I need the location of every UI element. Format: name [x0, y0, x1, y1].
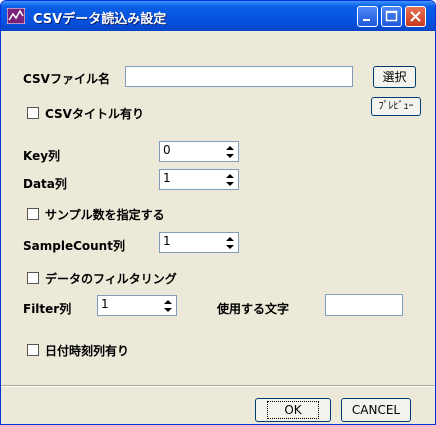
dialog-window: CSVデータ読込み設定 CSVファイル名 選択 ﾌﾟﾚﾋﾞｭｰ CSVタイトル有…: [0, 0, 436, 425]
csv-file-input[interactable]: [125, 66, 353, 87]
spinner-arrows-icon[interactable]: [162, 298, 174, 314]
sample-count-spinner[interactable]: 1: [159, 232, 239, 253]
date-col-checkbox[interactable]: [27, 344, 39, 356]
close-button[interactable]: [405, 6, 426, 27]
cancel-button[interactable]: CANCEL: [341, 398, 411, 422]
sample-spec-checkbox[interactable]: [27, 208, 39, 220]
data-col-value: 1: [163, 171, 171, 185]
data-col-label: Data列: [23, 177, 67, 191]
ok-label: OK: [267, 401, 319, 419]
title-bar[interactable]: CSVデータ読込み設定: [1, 1, 435, 31]
key-col-label: Key列: [23, 149, 61, 163]
filter-col-spinner[interactable]: 1: [97, 295, 177, 316]
key-col-spinner[interactable]: 0: [159, 141, 239, 162]
data-filter-label: データのフィルタリング: [45, 272, 177, 286]
minimize-icon: [363, 19, 370, 21]
csv-title-label: CSVタイトル有り: [45, 107, 144, 121]
filter-col-label: Filter列: [23, 302, 72, 316]
data-col-spinner[interactable]: 1: [159, 169, 239, 190]
window-title: CSVデータ読込み設定: [33, 12, 167, 27]
sample-count-value: 1: [163, 234, 171, 248]
date-col-label: 日付時刻列有り: [45, 344, 130, 358]
spinner-arrows-icon[interactable]: [224, 235, 236, 251]
app-icon: [7, 8, 25, 24]
filter-chars-input[interactable]: [325, 294, 403, 316]
key-col-value: 0: [163, 143, 171, 157]
minimize-button[interactable]: [357, 6, 378, 27]
maximize-icon: [385, 10, 398, 22]
footer-divider-highlight: [1, 386, 435, 387]
browse-button[interactable]: 選択: [373, 66, 416, 88]
spinner-arrows-icon[interactable]: [224, 144, 236, 160]
csv-file-label: CSVファイル名: [23, 72, 110, 86]
preview-button[interactable]: ﾌﾟﾚﾋﾞｭｰ: [371, 97, 421, 116]
filter-col-value: 1: [101, 297, 109, 311]
sample-spec-label: サンプル数を指定する: [45, 208, 165, 222]
csv-title-checkbox[interactable]: [27, 107, 39, 119]
data-filter-checkbox[interactable]: [27, 272, 39, 284]
close-icon: [410, 11, 421, 22]
spinner-arrows-icon[interactable]: [224, 172, 236, 188]
filter-chars-label: 使用する文字: [217, 302, 290, 316]
sample-count-label: SampleCount列: [23, 239, 125, 253]
ok-button[interactable]: OK: [255, 398, 331, 422]
maximize-button[interactable]: [381, 6, 402, 27]
